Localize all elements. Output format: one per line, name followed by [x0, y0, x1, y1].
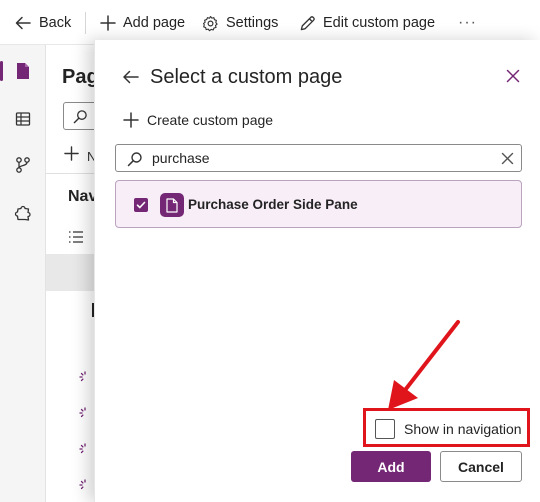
custom-page-search-input[interactable]: purchase	[115, 144, 522, 172]
flow-icon	[16, 157, 30, 173]
add-page-button[interactable]: Add page	[100, 12, 185, 34]
command-bar: Back Add page Settings Edit custom page …	[0, 0, 540, 45]
page-icon	[166, 197, 178, 213]
arrow-left-icon	[15, 16, 31, 30]
result-label: Purchase Order Side Pane	[188, 197, 358, 212]
edit-custom-page-label: Edit custom page	[323, 15, 436, 31]
navigation-heading: Nav	[68, 188, 98, 205]
annotation-frame	[363, 408, 530, 447]
settings-button[interactable]: Settings	[202, 12, 278, 34]
create-custom-page-label: Create custom page	[147, 112, 274, 128]
left-rail	[0, 45, 46, 502]
rail-item-automation[interactable]	[0, 147, 46, 183]
new-plus-icon[interactable]	[64, 146, 79, 161]
loading-icon	[79, 479, 86, 490]
arrow-left-icon[interactable]	[121, 68, 140, 86]
search-value: purchase	[152, 150, 210, 166]
rail-item-data[interactable]	[0, 101, 46, 137]
add-page-label: Add page	[123, 15, 186, 31]
active-indicator	[0, 61, 3, 81]
checkmark-icon	[136, 201, 146, 209]
list-icon[interactable]	[68, 230, 84, 244]
plus-icon	[123, 112, 139, 128]
result-checkbox[interactable]	[134, 198, 148, 212]
close-icon[interactable]	[506, 69, 520, 83]
more-label: ···	[458, 14, 477, 31]
loading-icon	[79, 443, 86, 454]
custom-page-icon	[160, 193, 184, 217]
search-icon	[127, 152, 142, 167]
page-icon	[17, 63, 29, 79]
dialog-title: Select a custom page	[150, 66, 343, 88]
back-label: Back	[39, 15, 72, 31]
loading-icon	[79, 371, 86, 382]
create-custom-page-button[interactable]: Create custom page	[123, 110, 273, 130]
gear-icon	[202, 15, 218, 31]
add-button[interactable]: Add	[351, 451, 431, 482]
puzzle-icon	[14, 205, 31, 221]
table-icon	[15, 112, 31, 126]
rail-item-pages[interactable]	[0, 53, 46, 89]
pencil-icon	[300, 15, 315, 30]
clear-icon[interactable]	[501, 152, 514, 165]
settings-label: Settings	[226, 15, 279, 31]
more-options-button[interactable]: ···	[458, 12, 477, 34]
rail-item-extensions[interactable]	[0, 195, 46, 231]
back-button[interactable]: Back	[14, 12, 71, 34]
list-item[interactable]: Purchase Order Side Pane	[115, 180, 522, 228]
search-icon	[73, 110, 87, 124]
edit-custom-page-button[interactable]: Edit custom page	[299, 12, 435, 34]
cancel-button[interactable]: Cancel	[440, 451, 522, 482]
annotation-arrow	[388, 320, 460, 410]
plus-icon	[100, 15, 116, 31]
toolbar-divider	[85, 12, 86, 34]
loading-icon	[79, 407, 86, 418]
